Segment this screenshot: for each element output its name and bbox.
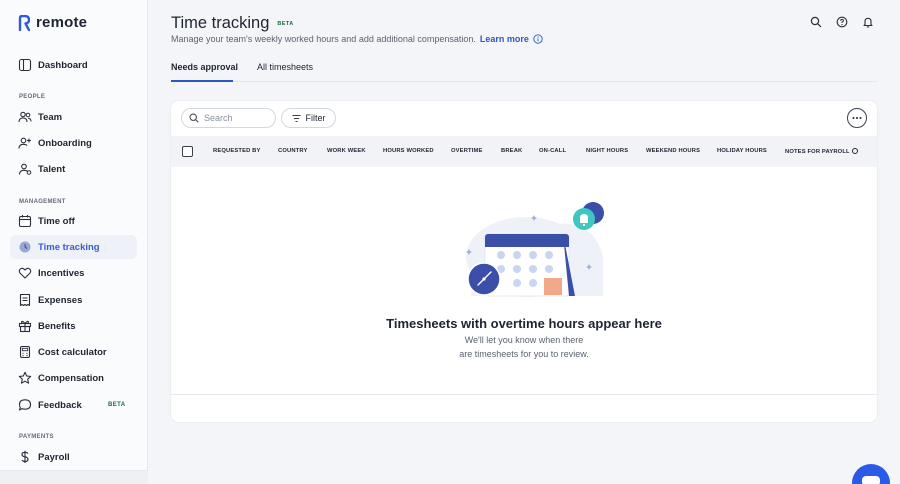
- sidebar-item-compensation[interactable]: Compensation: [10, 366, 137, 390]
- sidebar-item-incentives[interactable]: Incentives: [10, 261, 137, 285]
- tab-bar: Needs approval All timesheets: [171, 60, 877, 82]
- empty-calendar-illustration: [466, 202, 604, 297]
- sidebar-item-label: Incentives: [38, 267, 85, 279]
- sidebar-item-label: Payroll: [38, 451, 70, 463]
- sidebar-item-time-tracking[interactable]: Time tracking: [10, 235, 137, 259]
- column-notes-label: NOTES FOR PAYROLL: [785, 149, 850, 155]
- page-title: Time tracking: [171, 14, 270, 32]
- help-icon[interactable]: [836, 16, 848, 28]
- column-hours-worked[interactable]: HOURS WORKED: [383, 148, 434, 154]
- more-options-button[interactable]: [847, 108, 867, 128]
- search-input[interactable]: [204, 113, 264, 123]
- sidebar-item-label: Talent: [38, 163, 66, 175]
- dashboard-icon: [18, 58, 32, 72]
- info-icon[interactable]: [533, 34, 543, 44]
- column-night-hours[interactable]: NIGHT HOURS: [586, 148, 628, 154]
- sidebar-section-management: MANAGEMENT: [19, 199, 66, 205]
- search-icon[interactable]: [810, 16, 822, 28]
- sidebar-item-talent[interactable]: Talent: [10, 157, 137, 181]
- sidebar-item-label: Expenses: [38, 294, 83, 306]
- column-on-call[interactable]: ON-CALL: [539, 148, 566, 154]
- empty-state-line-2: are timesheets for you to review.: [459, 349, 589, 359]
- search-icon: [189, 113, 199, 123]
- dollar-icon: [18, 450, 32, 464]
- sidebar-item-label: Onboarding: [38, 137, 92, 149]
- talent-icon: [18, 162, 32, 176]
- select-all-checkbox[interactable]: [182, 146, 193, 157]
- column-requested-by[interactable]: REQUESTED BY: [213, 148, 261, 154]
- empty-state-title: Timesheets with overtime hours appear he…: [386, 316, 662, 331]
- sidebar-section-payments: PAYMENTS: [19, 434, 54, 440]
- sidebar-item-cost-calculator[interactable]: Cost calculator: [10, 340, 137, 364]
- filter-icon: [292, 114, 300, 122]
- column-weekend-hours[interactable]: WEEKEND HOURS: [646, 148, 700, 154]
- more-dots-icon: [852, 117, 862, 119]
- sidebar-item-label: Time off: [38, 215, 75, 227]
- support-chat-button[interactable]: [852, 464, 890, 484]
- learn-more-link[interactable]: Learn more: [480, 34, 529, 44]
- empty-state-line-1: We'll let you know when there: [464, 335, 584, 345]
- column-overtime[interactable]: OVERTIME: [451, 148, 482, 154]
- brand-name: remote: [36, 14, 88, 31]
- sidebar-item-label: Dashboard: [38, 59, 88, 71]
- chat-icon: [862, 476, 880, 484]
- page-subtitle: Manage your team's weekly worked hours a…: [171, 34, 543, 44]
- sidebar-section-people: PEOPLE: [19, 94, 46, 100]
- sidebar-item-payroll[interactable]: Payroll: [10, 445, 137, 469]
- gift-icon: [18, 319, 32, 333]
- filter-button[interactable]: Filter: [281, 108, 336, 128]
- column-break[interactable]: BREAK: [501, 148, 522, 154]
- active-tab-indicator: [171, 80, 233, 82]
- clock-icon: [18, 240, 32, 254]
- sidebar-item-label: Cost calculator: [38, 346, 107, 358]
- sidebar-item-label: Compensation: [38, 372, 104, 384]
- sidebar-item-feedback[interactable]: Feedback BETA: [10, 393, 137, 417]
- sidebar-item-benefits[interactable]: Benefits: [10, 314, 137, 338]
- search-field[interactable]: [181, 108, 276, 128]
- sidebar-item-time-off[interactable]: Time off: [10, 209, 137, 233]
- brand-logo[interactable]: remote: [18, 14, 87, 31]
- calculator-icon: [18, 345, 32, 359]
- subtitle-text: Manage your team's weekly worked hours a…: [171, 34, 476, 44]
- sidebar-item-label: Team: [38, 111, 63, 123]
- column-work-week[interactable]: WORK WEEK: [327, 148, 366, 154]
- tab-needs-approval[interactable]: Needs approval: [171, 62, 238, 72]
- column-holiday-hours[interactable]: HOLIDAY HOURS: [717, 148, 767, 154]
- sidebar-item-label: Time tracking: [38, 241, 100, 253]
- remote-logo-icon: [18, 14, 30, 31]
- sidebar-item-expenses[interactable]: Expenses: [10, 288, 137, 312]
- sidebar-item-team[interactable]: Team: [10, 105, 137, 129]
- table-header: REQUESTED BY COUNTRY WORK WEEK HOURS WOR…: [171, 136, 877, 167]
- sidebar-item-label: Feedback: [38, 399, 82, 411]
- onboarding-icon: [18, 136, 32, 150]
- chat-icon: [18, 398, 32, 412]
- notifications-bell-icon[interactable]: [862, 16, 874, 28]
- beta-badge: BETA: [277, 20, 294, 27]
- header-actions: [810, 16, 874, 28]
- column-notes-for-payroll[interactable]: NOTES FOR PAYROLL: [785, 148, 858, 155]
- card-footer-divider: [171, 394, 877, 395]
- calendar-icon: [18, 214, 32, 228]
- sidebar-footer: [0, 470, 148, 484]
- timesheets-card: Filter REQUESTED BY COUNTRY WORK WEEK HO…: [171, 101, 877, 422]
- star-icon: [18, 371, 32, 385]
- sidebar-item-label: Benefits: [38, 320, 76, 332]
- beta-badge: BETA: [108, 402, 126, 408]
- tab-all-timesheets[interactable]: All timesheets: [257, 62, 313, 72]
- notes-info-icon: [851, 148, 858, 154]
- team-icon: [18, 110, 32, 124]
- sidebar-item-onboarding[interactable]: Onboarding: [10, 131, 137, 155]
- filter-label: Filter: [305, 113, 326, 123]
- column-country[interactable]: COUNTRY: [278, 148, 308, 154]
- sidebar-item-dashboard[interactable]: Dashboard: [10, 53, 137, 77]
- sidebar: remote Dashboard PEOPLE Team Onboarding Tale…: [0, 0, 148, 484]
- receipt-icon: [18, 293, 32, 307]
- page-header: Time tracking BETA: [171, 14, 294, 33]
- heart-icon: [18, 266, 32, 280]
